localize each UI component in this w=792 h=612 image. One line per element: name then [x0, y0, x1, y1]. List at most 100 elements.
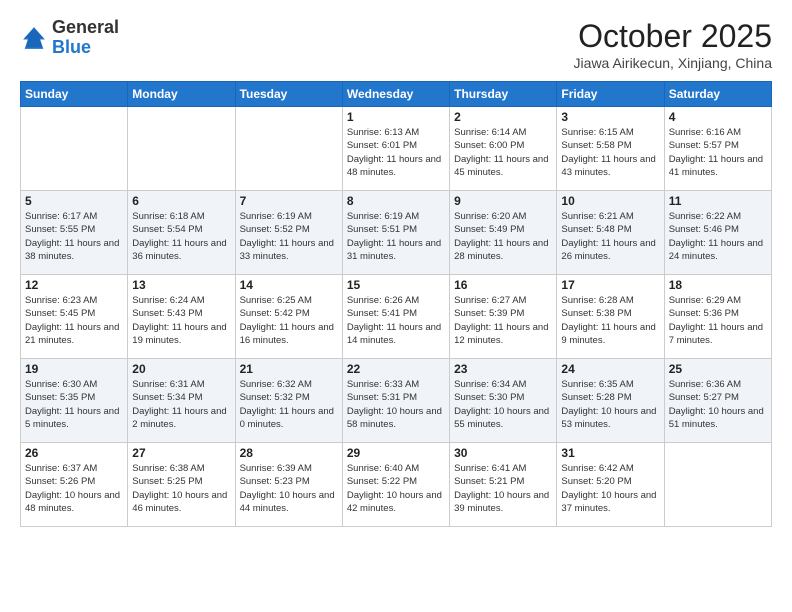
day-number: 27 — [132, 446, 230, 460]
day-number: 11 — [669, 194, 767, 208]
day-number: 26 — [25, 446, 123, 460]
logo-general: General — [52, 17, 119, 37]
day-number: 24 — [561, 362, 659, 376]
day-info: Sunrise: 6:27 AMSunset: 5:39 PMDaylight:… — [454, 294, 552, 347]
logo: General Blue — [20, 18, 119, 58]
day-info: Sunrise: 6:13 AMSunset: 6:01 PMDaylight:… — [347, 126, 445, 179]
calendar-week-row: 1 Sunrise: 6:13 AMSunset: 6:01 PMDaylight… — [21, 107, 772, 191]
day-info: Sunrise: 6:25 AMSunset: 5:42 PMDaylight:… — [240, 294, 338, 347]
day-info: Sunrise: 6:35 AMSunset: 5:28 PMDaylight:… — [561, 378, 659, 431]
calendar-cell: 18 Sunrise: 6:29 AMSunset: 5:36 PMDayligh… — [664, 275, 771, 359]
day-number: 14 — [240, 278, 338, 292]
calendar-cell — [128, 107, 235, 191]
day-number: 1 — [347, 110, 445, 124]
weekday-header-sunday: Sunday — [21, 82, 128, 107]
weekday-header-row: SundayMondayTuesdayWednesdayThursdayFrid… — [21, 82, 772, 107]
day-info: Sunrise: 6:38 AMSunset: 5:25 PMDaylight:… — [132, 462, 230, 515]
calendar-cell: 15 Sunrise: 6:26 AMSunset: 5:41 PMDayligh… — [342, 275, 449, 359]
day-number: 2 — [454, 110, 552, 124]
calendar-cell: 11 Sunrise: 6:22 AMSunset: 5:46 PMDayligh… — [664, 191, 771, 275]
day-number: 21 — [240, 362, 338, 376]
day-info: Sunrise: 6:31 AMSunset: 5:34 PMDaylight:… — [132, 378, 230, 431]
day-info: Sunrise: 6:19 AMSunset: 5:52 PMDaylight:… — [240, 210, 338, 263]
day-info: Sunrise: 6:30 AMSunset: 5:35 PMDaylight:… — [25, 378, 123, 431]
day-info: Sunrise: 6:16 AMSunset: 5:57 PMDaylight:… — [669, 126, 767, 179]
page: General Blue October 2025 Jiawa Airikecu… — [0, 0, 792, 612]
calendar-cell: 24 Sunrise: 6:35 AMSunset: 5:28 PMDayligh… — [557, 359, 664, 443]
calendar-cell: 7 Sunrise: 6:19 AMSunset: 5:52 PMDaylight… — [235, 191, 342, 275]
calendar-cell: 8Sunrise: 6:19 AMSunset: 5:51 PMDaylight… — [342, 191, 449, 275]
day-number: 12 — [25, 278, 123, 292]
day-number: 19 — [25, 362, 123, 376]
logo-blue: Blue — [52, 37, 91, 57]
weekday-header-tuesday: Tuesday — [235, 82, 342, 107]
calendar-cell: 19 Sunrise: 6:30 AMSunset: 5:35 PMDayligh… — [21, 359, 128, 443]
day-info: Sunrise: 6:21 AMSunset: 5:48 PMDaylight:… — [561, 210, 659, 263]
calendar-cell: 21 Sunrise: 6:32 AMSunset: 5:32 PMDayligh… — [235, 359, 342, 443]
title-block: October 2025 Jiawa Airikecun, Xinjiang, … — [574, 18, 772, 71]
day-info: Sunrise: 6:20 AMSunset: 5:49 PMDaylight:… — [454, 210, 552, 263]
calendar-cell: 9 Sunrise: 6:20 AMSunset: 5:49 PMDaylight… — [450, 191, 557, 275]
calendar-cell: 2 Sunrise: 6:14 AMSunset: 6:00 PMDaylight… — [450, 107, 557, 191]
day-number: 9 — [454, 194, 552, 208]
day-number: 13 — [132, 278, 230, 292]
day-number: 15 — [347, 278, 445, 292]
day-info: Sunrise: 6:15 AMSunset: 5:58 PMDaylight:… — [561, 126, 659, 179]
day-number: 3 — [561, 110, 659, 124]
logo-icon — [20, 24, 48, 52]
logo-text: General Blue — [52, 18, 119, 58]
day-info: Sunrise: 6:18 AMSunset: 5:54 PMDaylight:… — [132, 210, 230, 263]
day-number: 31 — [561, 446, 659, 460]
calendar: SundayMondayTuesdayWednesdayThursdayFrid… — [20, 81, 772, 527]
day-number: 18 — [669, 278, 767, 292]
day-number: 16 — [454, 278, 552, 292]
month-title: October 2025 — [574, 18, 772, 55]
day-info: Sunrise: 6:17 AMSunset: 5:55 PMDaylight:… — [25, 210, 123, 263]
day-number: 23 — [454, 362, 552, 376]
day-info: Sunrise: 6:32 AMSunset: 5:32 PMDaylight:… — [240, 378, 338, 431]
calendar-cell: 5Sunrise: 6:17 AMSunset: 5:55 PMDaylight… — [21, 191, 128, 275]
header: General Blue October 2025 Jiawa Airikecu… — [20, 18, 772, 71]
day-info: Sunrise: 6:39 AMSunset: 5:23 PMDaylight:… — [240, 462, 338, 515]
calendar-cell — [235, 107, 342, 191]
day-info: Sunrise: 6:34 AMSunset: 5:30 PMDaylight:… — [454, 378, 552, 431]
day-number: 10 — [561, 194, 659, 208]
calendar-cell: 23 Sunrise: 6:34 AMSunset: 5:30 PMDayligh… — [450, 359, 557, 443]
day-info: Sunrise: 6:26 AMSunset: 5:41 PMDaylight:… — [347, 294, 445, 347]
weekday-header-monday: Monday — [128, 82, 235, 107]
calendar-cell: 6 Sunrise: 6:18 AMSunset: 5:54 PMDaylight… — [128, 191, 235, 275]
calendar-week-row: 12Sunrise: 6:23 AMSunset: 5:45 PMDayligh… — [21, 275, 772, 359]
day-number: 7 — [240, 194, 338, 208]
day-info: Sunrise: 6:33 AMSunset: 5:31 PMDaylight:… — [347, 378, 445, 431]
day-info: Sunrise: 6:36 AMSunset: 5:27 PMDaylight:… — [669, 378, 767, 431]
day-number: 20 — [132, 362, 230, 376]
day-number: 28 — [240, 446, 338, 460]
calendar-week-row: 26 Sunrise: 6:37 AMSunset: 5:26 PMDayligh… — [21, 443, 772, 527]
calendar-cell: 20 Sunrise: 6:31 AMSunset: 5:34 PMDayligh… — [128, 359, 235, 443]
day-info: Sunrise: 6:29 AMSunset: 5:36 PMDaylight:… — [669, 294, 767, 347]
day-info: Sunrise: 6:37 AMSunset: 5:26 PMDaylight:… — [25, 462, 123, 515]
calendar-cell: 29 Sunrise: 6:40 AMSunset: 5:22 PMDayligh… — [342, 443, 449, 527]
day-number: 6 — [132, 194, 230, 208]
calendar-cell: 12Sunrise: 6:23 AMSunset: 5:45 PMDayligh… — [21, 275, 128, 359]
weekday-header-saturday: Saturday — [664, 82, 771, 107]
day-number: 25 — [669, 362, 767, 376]
calendar-cell: 27 Sunrise: 6:38 AMSunset: 5:25 PMDayligh… — [128, 443, 235, 527]
day-info: Sunrise: 6:42 AMSunset: 5:20 PMDaylight:… — [561, 462, 659, 515]
day-info: Sunrise: 6:22 AMSunset: 5:46 PMDaylight:… — [669, 210, 767, 263]
day-info: Sunrise: 6:41 AMSunset: 5:21 PMDaylight:… — [454, 462, 552, 515]
day-info: Sunrise: 6:14 AMSunset: 6:00 PMDaylight:… — [454, 126, 552, 179]
location: Jiawa Airikecun, Xinjiang, China — [574, 55, 772, 71]
weekday-header-wednesday: Wednesday — [342, 82, 449, 107]
calendar-cell: 17Sunrise: 6:28 AMSunset: 5:38 PMDayligh… — [557, 275, 664, 359]
calendar-cell: 13Sunrise: 6:24 AMSunset: 5:43 PMDayligh… — [128, 275, 235, 359]
calendar-cell: 4Sunrise: 6:16 AMSunset: 5:57 PMDaylight… — [664, 107, 771, 191]
day-info: Sunrise: 6:40 AMSunset: 5:22 PMDaylight:… — [347, 462, 445, 515]
day-number: 8 — [347, 194, 445, 208]
calendar-cell: 31 Sunrise: 6:42 AMSunset: 5:20 PMDayligh… — [557, 443, 664, 527]
calendar-cell: 26 Sunrise: 6:37 AMSunset: 5:26 PMDayligh… — [21, 443, 128, 527]
weekday-header-friday: Friday — [557, 82, 664, 107]
calendar-week-row: 5Sunrise: 6:17 AMSunset: 5:55 PMDaylight… — [21, 191, 772, 275]
day-number: 29 — [347, 446, 445, 460]
day-number: 22 — [347, 362, 445, 376]
